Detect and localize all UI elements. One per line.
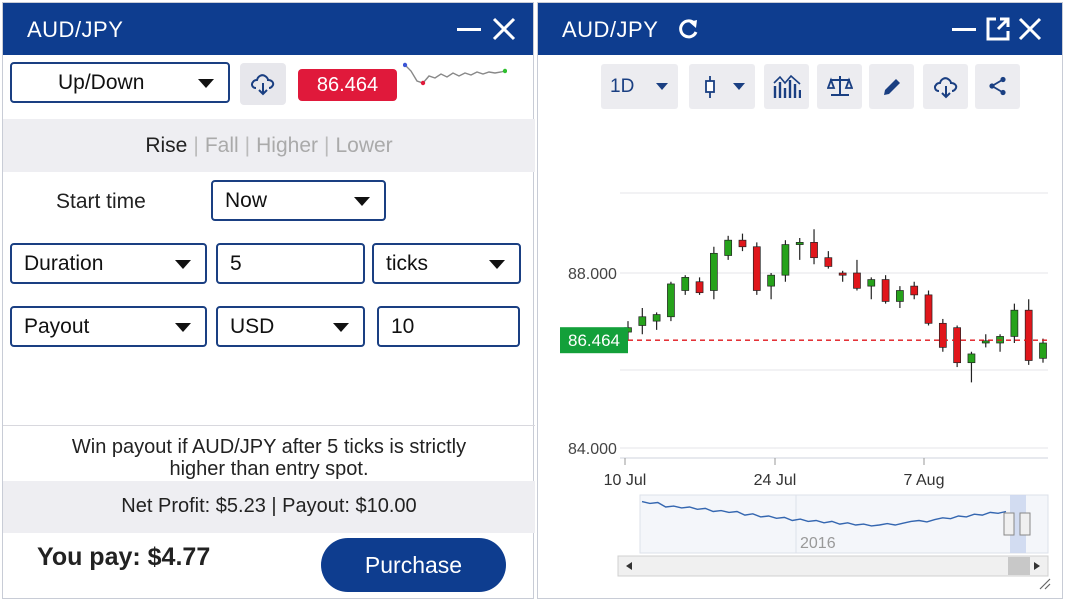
candle-body	[838, 272, 847, 276]
x-tick-label: 10 Jul	[604, 472, 647, 489]
candle-body	[710, 252, 718, 291]
minimize-icon[interactable]	[455, 15, 483, 43]
tab-fall[interactable]: Fall	[205, 134, 239, 157]
navigator[interactable]: 2016	[617, 494, 1051, 590]
candles	[624, 229, 1047, 383]
candle-body	[953, 327, 961, 364]
trade-panel: AUD/JPY Up/Down 86.464 Rise | Fall | Higher |…	[2, 2, 535, 599]
candle-body	[795, 242, 804, 245]
close-icon[interactable]	[490, 15, 518, 43]
chevron-down-icon	[175, 323, 191, 332]
axes: 88.000 84.000 10 Jul 24 Jul 7 Aug	[568, 266, 1048, 489]
chevron-down-icon	[489, 260, 505, 269]
navigator-handle-right	[1019, 512, 1031, 536]
contract-description-line1: Win payout if AUD/JPY after 5 ticks is s…	[71, 436, 467, 458]
purchase-button[interactable]: Purchase	[321, 538, 506, 592]
candle-body	[781, 244, 790, 276]
resize-grip-icon	[1039, 578, 1051, 590]
y-tick-label: 88.000	[568, 266, 617, 283]
tab-higher[interactable]: Higher	[256, 134, 318, 157]
price-chart[interactable]: 88.000 84.000 10 Jul 24 Jul 7 Aug 86.464 201…	[538, 3, 1064, 600]
cloud-download-icon	[251, 74, 275, 96]
net-profit-text: Net Profit: $5.23 | Payout: $10.00	[121, 495, 417, 517]
candle-body	[1024, 309, 1033, 361]
start-time-select[interactable]: Now	[211, 180, 386, 221]
candle-body	[652, 314, 661, 322]
duration-unit-value: ticks	[386, 252, 428, 275]
candle-body	[867, 279, 876, 287]
candle-body	[695, 281, 704, 294]
current-price-badge: 86.464	[298, 69, 397, 101]
candle-body	[752, 246, 761, 291]
navigator-scrollbar-thumb	[1008, 557, 1030, 575]
candle-body	[924, 294, 933, 324]
candle-body	[767, 274, 775, 287]
trade-title: AUD/JPY	[27, 17, 124, 42]
currency-value: USD	[230, 315, 275, 338]
candle-body	[681, 277, 690, 291]
candle-body	[738, 239, 747, 248]
current-price-tag-label: 86.464	[568, 331, 620, 350]
x-tick-label: 24 Jul	[754, 472, 797, 489]
x-tick-label: 7 Aug	[904, 472, 945, 489]
tab-lower[interactable]: Lower	[335, 134, 392, 157]
contract-type-value: Up/Down	[58, 71, 145, 94]
candle-body	[638, 316, 647, 326]
candle-body	[853, 272, 861, 289]
currency-select[interactable]: USD	[216, 306, 365, 347]
divider	[3, 425, 535, 426]
basis-select[interactable]: Payout	[10, 306, 207, 347]
navigator-handle-left	[1003, 512, 1015, 536]
tab-rise[interactable]: Rise	[145, 134, 187, 157]
candle-body	[896, 290, 904, 302]
chevron-down-icon	[198, 79, 214, 88]
trade-titlebar: AUD/JPY	[3, 3, 533, 55]
candle-body	[1010, 309, 1019, 337]
start-time-value: Now	[225, 189, 268, 212]
contract-description-line2: higher than entry spot.	[169, 458, 369, 480]
duration-type-select[interactable]: Duration	[10, 243, 207, 284]
candle-body	[881, 279, 890, 302]
you-pay-text: You pay: $4.77	[37, 543, 211, 571]
contract-type-select[interactable]: Up/Down	[10, 62, 230, 103]
basis-value: Payout	[24, 315, 90, 338]
amount-input[interactable]: 10	[377, 306, 520, 347]
price-line: 86.464	[560, 327, 1048, 354]
duration-unit-select[interactable]: ticks	[372, 243, 521, 284]
candle-body	[938, 322, 947, 348]
gridlines	[620, 192, 1048, 449]
candle-body	[724, 239, 733, 256]
start-time-label: Start time	[56, 190, 146, 213]
chart-panel: AUD/JPY 1D 88.000 84.000 10 Jul 24 Jul 7…	[537, 2, 1063, 599]
chevron-down-icon	[175, 260, 191, 269]
candle-body	[810, 242, 818, 259]
duration-input[interactable]: 5	[216, 243, 365, 284]
navigator-year-label: 2016	[800, 535, 836, 552]
chevron-down-icon	[354, 197, 370, 206]
candle-body	[824, 257, 833, 267]
sparkline	[403, 62, 507, 86]
candle-body	[1039, 342, 1047, 359]
duration-type-value: Duration	[24, 252, 104, 275]
candle-body	[910, 285, 919, 296]
download-button[interactable]	[240, 63, 286, 105]
contract-tabs: Rise | Fall | Higher | Lower	[145, 134, 393, 157]
chevron-down-icon	[333, 323, 349, 332]
y-tick-label: 84.000	[568, 441, 617, 458]
candle-body	[967, 353, 976, 364]
navigator-scrollbar	[617, 555, 1049, 577]
candle-body	[981, 340, 990, 344]
candle-body	[667, 283, 675, 318]
